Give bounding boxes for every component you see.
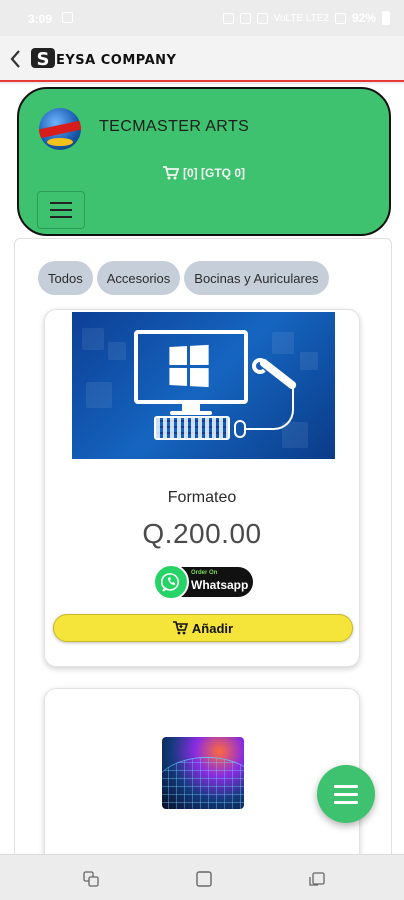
category-filter: Todos Accesorios Bocinas y Auriculares bbox=[38, 261, 329, 295]
cart-summary[interactable]: [0] [GTQ 0] bbox=[19, 166, 389, 180]
chevron-left-icon bbox=[10, 50, 20, 68]
cart-plus-icon bbox=[172, 621, 188, 635]
cart-icon bbox=[163, 166, 179, 180]
add-to-cart-label: Añadir bbox=[191, 620, 234, 636]
hamburger-line bbox=[334, 792, 358, 796]
gallery-notification-icon bbox=[62, 12, 73, 23]
status-icons: VoLTE LTE2 92% bbox=[222, 11, 390, 25]
company-logo-icon: S bbox=[31, 48, 55, 70]
category-chip-accesorios[interactable]: Accesorios bbox=[96, 261, 181, 295]
network-label: VoLTE LTE2 bbox=[273, 12, 329, 24]
status-time: 3:09 bbox=[28, 12, 53, 26]
product-image[interactable] bbox=[72, 312, 335, 459]
recent-apps-icon[interactable] bbox=[82, 870, 100, 888]
battery-percent: 92% bbox=[351, 11, 376, 25]
cart-summary-text: [0] [GTQ 0] bbox=[183, 166, 245, 180]
hamburger-icon bbox=[50, 202, 72, 204]
back-button[interactable] bbox=[6, 47, 26, 71]
floating-menu-button[interactable] bbox=[317, 765, 375, 823]
app-bar: S EYSA COMPANY bbox=[0, 36, 404, 82]
svg-text:S: S bbox=[37, 49, 50, 70]
category-chip-todos[interactable]: Todos bbox=[38, 261, 93, 295]
product-image[interactable] bbox=[162, 737, 244, 809]
hamburger-line bbox=[50, 216, 72, 218]
app-title: EYSA COMPANY bbox=[56, 53, 177, 68]
whatsapp-order-button[interactable]: Order On Whatsapp bbox=[153, 564, 253, 600]
wifi-icon bbox=[256, 12, 268, 24]
category-chip-bocinas[interactable]: Bocinas y Auriculares bbox=[184, 261, 329, 295]
back-nav-icon[interactable] bbox=[308, 870, 326, 888]
status-bar: 3:09 VoLTE LTE2 92% bbox=[0, 0, 404, 36]
menu-toggle-button[interactable] bbox=[37, 191, 85, 229]
alarm-icon bbox=[222, 12, 234, 24]
add-to-cart-button[interactable]: Añadir bbox=[53, 614, 353, 642]
signal-icon bbox=[334, 12, 346, 24]
hamburger-icon bbox=[334, 784, 358, 788]
system-nav-bar bbox=[0, 854, 404, 900]
store-logo-icon bbox=[39, 108, 81, 150]
store-header: TECMASTER ARTS [0] [GTQ 0] bbox=[17, 87, 391, 236]
whatsapp-order-small-text: Order On bbox=[191, 570, 218, 576]
mute-icon bbox=[239, 12, 251, 24]
product-card[interactable]: Formateo Q.200.00 Order On Whatsapp Añad… bbox=[44, 309, 360, 667]
hamburger-line bbox=[50, 209, 72, 211]
home-icon[interactable] bbox=[195, 870, 213, 888]
hamburger-line bbox=[334, 800, 358, 804]
battery-icon bbox=[382, 11, 390, 25]
product-title[interactable]: Formateo bbox=[45, 489, 359, 507]
product-price: Q.200.00 bbox=[142, 518, 262, 549]
store-name: TECMASTER ARTS bbox=[99, 118, 250, 135]
whatsapp-order-text: Whatsapp bbox=[191, 578, 249, 592]
whatsapp-icon bbox=[153, 564, 189, 600]
